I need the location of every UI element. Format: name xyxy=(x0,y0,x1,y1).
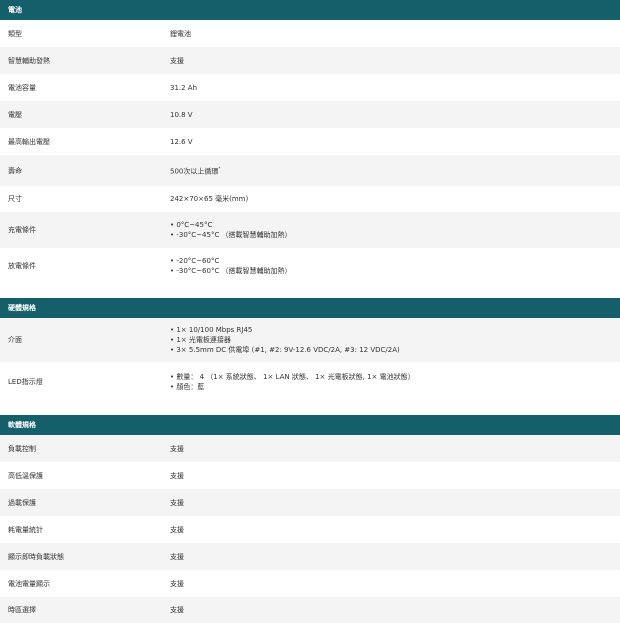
spec-value: 支援 xyxy=(170,471,184,480)
spec-row: 壽命 500次以上循環* xyxy=(0,155,620,186)
spec-value: • 0°C~45°C • -30°C~45°C （搭載智慧輔助加熱） xyxy=(170,221,292,239)
spec-row: 電池電量顯示 支援 xyxy=(0,570,620,597)
spec-row: 過載保護 支援 xyxy=(0,489,620,516)
footnote-mark: * xyxy=(218,166,221,172)
spec-row: 充電條件 • 0°C~45°C • -30°C~45°C （搭載智慧輔助加熱） xyxy=(0,212,620,248)
hardware-section: 硬體規格 介面 • 1× 10/100 Mbps RJ45 • 1× 光電板連接… xyxy=(0,298,620,401)
spec-value: 鋰電池 xyxy=(170,29,191,38)
hardware-section-title: 硬體規格 xyxy=(0,298,620,318)
spec-row: 放電條件 • -20°C~60°C • -30°C~60°C （搭載智慧輔助加熱… xyxy=(0,248,620,284)
spec-value: 支援 xyxy=(170,552,184,561)
spec-row: 最高輸出電壓 12.6 V xyxy=(0,128,620,155)
spec-label: 電池容量 xyxy=(8,83,36,92)
spec-row: 高低溫保護 支援 xyxy=(0,462,620,489)
spec-row: 電池容量 31.2 Ah xyxy=(0,74,620,101)
spec-label: 耗電量統計 xyxy=(8,525,43,534)
spec-row: 負載控制 支援 xyxy=(0,435,620,462)
spec-label: 電池電量顯示 xyxy=(8,579,50,588)
spec-value: 支援 xyxy=(170,56,184,65)
spec-label: 時區選擇 xyxy=(8,606,36,614)
spec-label: LED指示燈 xyxy=(8,377,43,386)
spec-row: 類型 鋰電池 xyxy=(0,20,620,47)
battery-section: 電池 類型 鋰電池 智慧輔助發熱 支援 電池容量 31.2 Ah 電壓 10.8… xyxy=(0,0,620,284)
spec-value: 支援 xyxy=(170,525,184,534)
battery-section-title: 電池 xyxy=(0,0,620,20)
spec-label: 壽命 xyxy=(8,166,22,175)
spec-label: 尺寸 xyxy=(8,195,22,203)
spec-value: 支援 xyxy=(170,444,184,453)
spec-value: 12.6 V xyxy=(170,137,193,146)
software-section-title: 軟體規格 xyxy=(0,415,620,435)
spec-label: 介面 xyxy=(8,336,22,344)
spec-label: 高低溫保護 xyxy=(8,471,43,480)
spec-row: 電壓 10.8 V xyxy=(0,101,620,128)
spec-row: LED指示燈 • 數量： 4 （1× 系統狀態、 1× LAN 狀態、 1× 光… xyxy=(0,362,620,401)
spec-row: 智慧輔助發熱 支援 xyxy=(0,47,620,74)
section-gap xyxy=(0,401,620,415)
spec-row: 顯示即時負載狀態 支援 xyxy=(0,543,620,570)
spec-row: 時區選擇 支援 xyxy=(0,597,620,623)
spec-label: 放電條件 xyxy=(8,262,36,270)
spec-value: 242×70×65 毫米(mm) xyxy=(170,195,249,203)
spec-value: • -20°C~60°C • -30°C~60°C （搭載智慧輔助加熱） xyxy=(170,257,292,275)
spec-value: 500次以上循環* xyxy=(170,166,221,176)
spec-label: 電壓 xyxy=(8,110,22,119)
spec-label: 顯示即時負載狀態 xyxy=(8,552,64,561)
spec-label: 智慧輔助發熱 xyxy=(8,56,50,65)
spec-value: 10.8 V xyxy=(170,110,193,119)
spec-label: 充電條件 xyxy=(8,226,36,234)
spec-row: 尺寸 242×70×65 毫米(mm) xyxy=(0,186,620,212)
spec-label: 負載控制 xyxy=(8,444,36,453)
spec-label: 類型 xyxy=(8,29,22,38)
spec-value: 支援 xyxy=(170,579,184,588)
section-gap xyxy=(0,284,620,298)
spec-value: 支援 xyxy=(170,606,184,614)
spec-row: 耗電量統計 支援 xyxy=(0,516,620,543)
spec-value: 支援 xyxy=(170,498,184,507)
spec-row: 介面 • 1× 10/100 Mbps RJ45 • 1× 光電板連接器 • 3… xyxy=(0,318,620,362)
spec-label: 最高輸出電壓 xyxy=(8,137,50,146)
spec-value: • 數量： 4 （1× 系統狀態、 1× LAN 狀態、 1× 光電板狀態, 1… xyxy=(170,372,415,391)
spec-label: 過載保護 xyxy=(8,498,36,507)
spec-value: • 1× 10/100 Mbps RJ45 • 1× 光電板連接器 • 3× 5… xyxy=(170,326,400,354)
software-section: 軟體規格 負載控制 支援 高低溫保護 支援 過載保護 支援 耗電量統計 支援 顯… xyxy=(0,415,620,623)
spec-value: 31.2 Ah xyxy=(170,83,198,92)
